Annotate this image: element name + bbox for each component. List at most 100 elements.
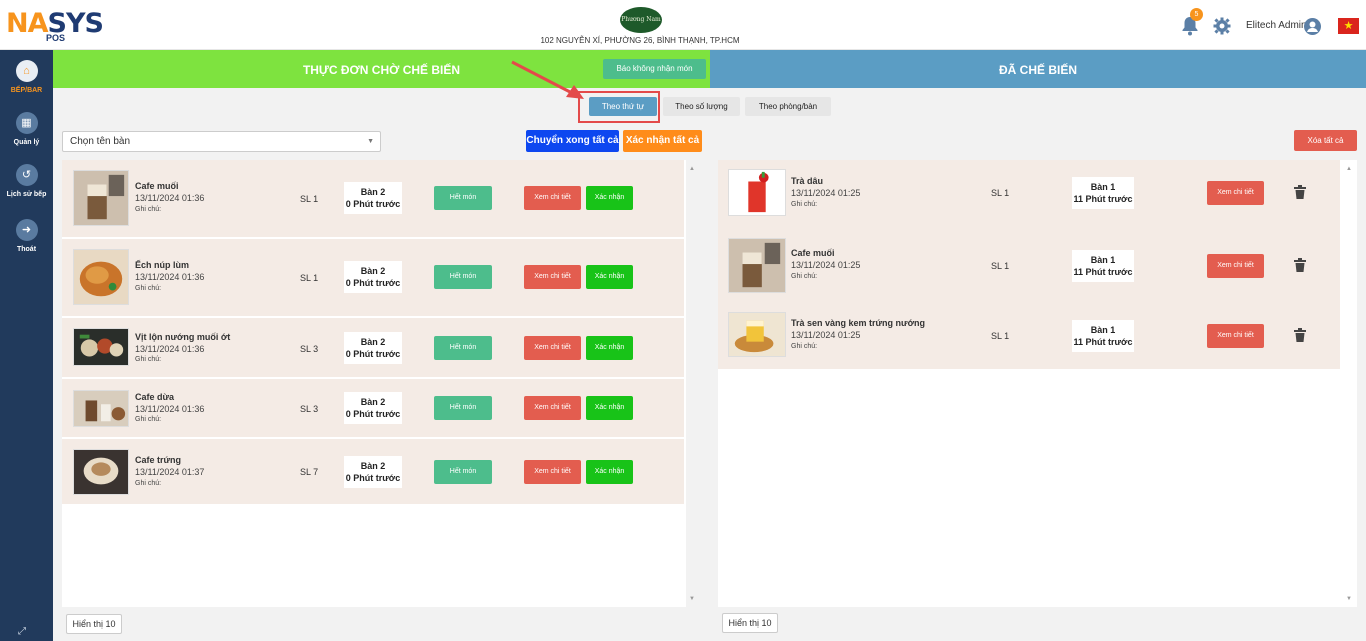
item-name: Ếch núp lùm [135,260,189,270]
confirm-all-button[interactable]: Xác nhận tất cả [623,130,702,152]
done-list: Trà dâu 13/11/2024 01:25 Ghi chú: SL 1 B… [718,160,1357,607]
out-of-stock-button[interactable]: Hết món [434,336,492,360]
dish-image [728,238,786,293]
done-title: ĐÃ CHẾ BIẾN [998,63,1077,77]
item-note: Ghi chú: [135,356,162,363]
item-time: 13/11/2024 01:36 [135,404,205,414]
view-detail-button[interactable]: Xem chi tiết [1207,254,1264,278]
table-name: Bàn 2 [360,187,386,197]
tab-by-table[interactable]: Theo phòng/bàn [745,97,831,116]
list-item: Trà sen vàng kem trứng nướng 13/11/2024 … [718,302,1340,369]
item-name: Trà sen vàng kem trứng nướng [791,318,925,328]
scroll-down-icon[interactable]: ▼ [1346,596,1352,602]
scroll-up-icon[interactable]: ▲ [1346,166,1352,172]
list-item: Vịt lộn nướng muối ớt 13/11/2024 01:36 G… [62,318,684,378]
sidebar-item-label: Quản lý [13,139,40,146]
dish-image [73,249,129,305]
out-of-stock-button[interactable]: Hết món [434,265,492,289]
tab-by-quantity[interactable]: Theo số lượng [663,97,740,116]
time-ago: 0 Phút trước [345,278,401,288]
logo-sub: POS [46,33,66,43]
restaurant-logo: Phương Nam [620,7,662,33]
confirm-button[interactable]: Xác nhận [586,396,633,420]
scroll-up-icon[interactable]: ▲ [689,166,695,172]
gear-icon[interactable] [1213,17,1231,35]
item-note: Ghi chú: [135,480,162,487]
item-quantity: SL 1 [991,261,1010,271]
item-quantity: SL 1 [991,331,1010,341]
table-info: Bàn 2 0 Phút trước [344,182,402,214]
item-time: 13/11/2024 01:25 [791,188,861,198]
view-detail-button[interactable]: Xem chi tiết [1207,181,1264,205]
fullscreen-icon[interactable]: ⤢ [18,626,26,637]
view-detail-button[interactable]: Xem chi tiết [524,396,581,420]
trash-icon[interactable] [1294,258,1306,272]
sidebar-item-management[interactable]: ▦ Quản lý [0,112,53,146]
chevron-down-icon: ▼ [367,138,374,145]
time-ago: 0 Phút trước [345,473,401,483]
item-note: Ghi chú: [135,206,162,213]
user-avatar-icon[interactable] [1304,18,1321,35]
dish-image [728,169,786,216]
nasys-logo[interactable]: NASYS POS [6,8,104,43]
done-all-button[interactable]: Chuyển xong tất cả [526,130,619,152]
out-of-stock-button[interactable]: Hết món [434,460,492,484]
item-time: 13/11/2024 01:36 [135,344,205,354]
item-time: 13/11/2024 01:37 [135,467,205,477]
report-unavailable-button[interactable]: Báo không nhận món [603,59,706,79]
table-name: Bàn 1 [1090,255,1116,265]
trash-icon[interactable] [1294,328,1306,342]
item-quantity: SL 1 [300,273,319,283]
page-size-right[interactable]: Hiển thị 10 [722,613,778,633]
sidebar-item-label: Thoát [16,246,37,253]
item-time: 13/11/2024 01:36 [135,193,205,203]
dish-image [73,328,129,366]
sidebar-item-kitchen-bar[interactable]: ⌂ BẾP/BAR [0,60,53,94]
view-detail-button[interactable]: Xem chi tiết [524,186,581,210]
table-info: Bàn 1 11 Phút trước [1072,320,1134,352]
view-detail-button[interactable]: Xem chi tiết [524,336,581,360]
confirm-button[interactable]: Xác nhận [586,336,633,360]
user-name[interactable]: Elitech Admin [1246,20,1307,31]
view-detail-button[interactable]: Xem chi tiết [524,460,581,484]
home-icon: ⌂ [15,60,38,82]
dish-image [73,170,129,226]
list-item: Cafe dừa 13/11/2024 01:36 Ghi chú: SL 3 … [62,379,684,438]
table-name: Bàn 2 [360,461,386,471]
item-time: 13/11/2024 01:25 [791,260,861,270]
list-item: Cafe trứng 13/11/2024 01:37 Ghi chú: SL … [62,439,684,505]
confirm-button[interactable]: Xác nhận [586,265,633,289]
sidebar-item-kitchen-history[interactable]: ↺ Lịch sử bếp [0,164,53,198]
view-detail-button[interactable]: Xem chi tiết [1207,324,1264,348]
scroll-down-icon[interactable]: ▼ [689,596,695,602]
item-note: Ghi chú: [791,343,818,350]
table-info: Bàn 2 0 Phút trước [344,261,402,293]
dish-image [73,449,129,495]
sidebar-item-logout[interactable]: ➜ Thoát [0,219,53,253]
page-size-left[interactable]: Hiển thị 10 [66,614,122,634]
sidebar-item-label: BẾP/BAR [10,87,43,94]
arrow-annotation-icon [511,60,584,99]
item-quantity: SL 3 [300,344,319,354]
item-quantity: SL 1 [300,194,319,204]
item-note: Ghi chú: [791,273,818,280]
out-of-stock-button[interactable]: Hết món [434,186,492,210]
clear-all-button[interactable]: Xóa tất cả [1294,130,1357,151]
list-item: Trà dâu 13/11/2024 01:25 Ghi chú: SL 1 B… [718,160,1340,233]
sidebar-item-label: Lịch sử bếp [6,191,47,198]
table-select[interactable]: Chọn tên bàn ▼ [62,131,381,152]
logo-text-a: NA [6,8,48,39]
out-of-stock-button[interactable]: Hết món [434,396,492,420]
item-note: Ghi chú: [135,285,162,292]
trash-icon[interactable] [1294,185,1306,199]
item-name: Cafe muối [135,181,179,191]
table-info: Bàn 2 0 Phút trước [344,456,402,488]
item-note: Ghi chú: [135,416,162,423]
dish-image [73,390,129,427]
view-detail-button[interactable]: Xem chi tiết [524,265,581,289]
confirm-button[interactable]: Xác nhận [586,460,633,484]
tab-by-order[interactable]: Theo thứ tự [589,97,657,116]
vietnam-flag-icon[interactable]: ★ [1338,18,1359,34]
confirm-button[interactable]: Xác nhận [586,186,633,210]
done-header: ĐÃ CHẾ BIẾN [710,50,1366,88]
